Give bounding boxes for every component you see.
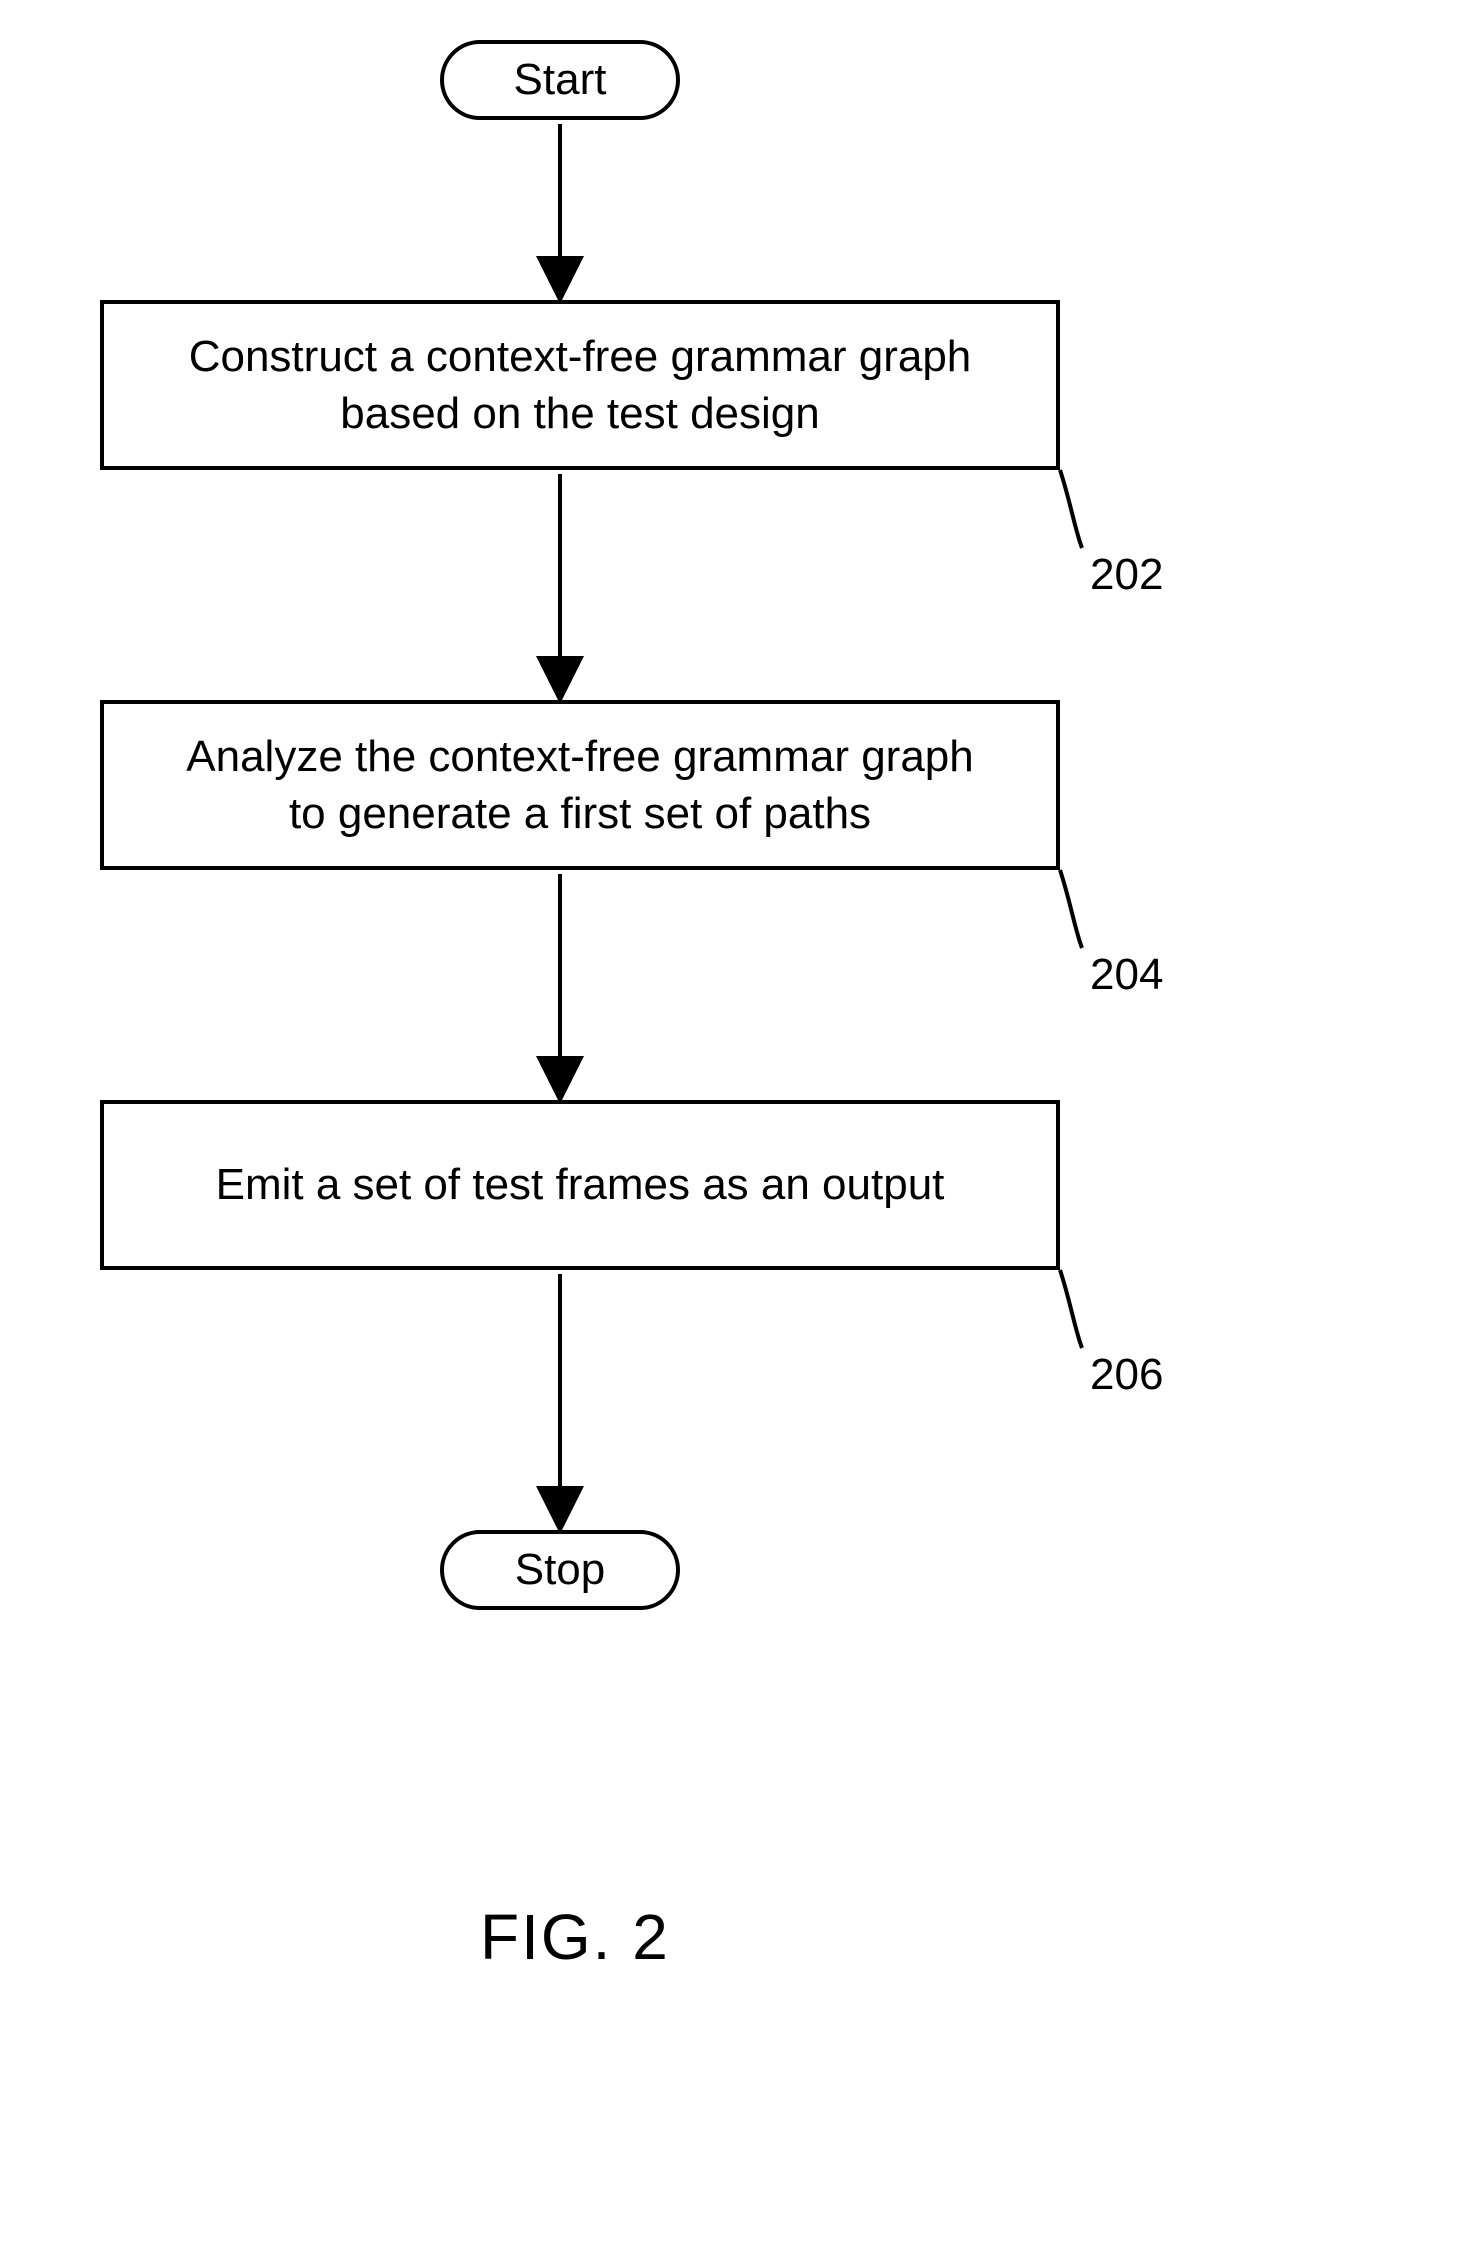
process-text: based on the test design [340, 385, 819, 442]
figure-label: FIG. 2 [480, 1900, 670, 1974]
process-text: Construct a context-free grammar graph [189, 328, 972, 385]
ref-label-202: 202 [1090, 550, 1163, 600]
process-step-204: Analyze the context-free grammar graph t… [100, 700, 1060, 870]
process-step-202: Construct a context-free grammar graph b… [100, 300, 1060, 470]
process-text: Analyze the context-free grammar graph [186, 728, 974, 785]
process-text: Emit a set of test frames as an output [216, 1156, 945, 1213]
stop-terminator: Stop [440, 1530, 680, 1610]
process-step-206: Emit a set of test frames as an output [100, 1100, 1060, 1270]
start-terminator: Start [440, 40, 680, 120]
ref-label-204: 204 [1090, 950, 1163, 1000]
process-text: to generate a first set of paths [289, 785, 871, 842]
ref-label-206: 206 [1090, 1350, 1163, 1400]
